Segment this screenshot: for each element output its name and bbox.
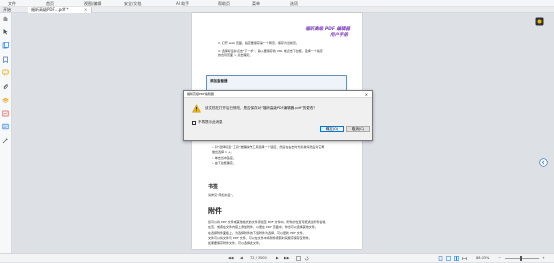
doc-paragraph-line: 您可以将 PDF 文件或其他格式的文件添加至 PDF 文件中。附件的位置可能通过… — [208, 220, 326, 224]
left-tool-rail — [0, 13, 12, 253]
ok-button[interactable]: 确定(O) — [320, 126, 344, 132]
doc-paragraph-line: 文件可以将文件与 PDF 文件，可以在文件中将附件按照时间顺序保存至附件。 — [208, 236, 312, 240]
doc-header-subtitle: 用户手册 — [330, 33, 348, 38]
form-icon[interactable] — [2, 123, 9, 130]
attachment-icon[interactable] — [2, 83, 9, 90]
save-changes-dialog: 福昕高级PDF编辑器 × 该文档在打开后已修改，是否保存对“福昕高级PDF编辑器… — [183, 90, 373, 141]
zoom-slider[interactable] — [505, 258, 539, 259]
single-page-icon[interactable] — [438, 256, 443, 261]
fit-width-icon[interactable] — [462, 256, 467, 261]
dialog-message: 该文档在打开后已修改，是否保存对“福昕高级PDF编辑器.pdf”的更改？ — [205, 106, 317, 110]
pages-icon[interactable] — [2, 42, 9, 49]
doc-bullet: • 单击当中链接。 — [212, 156, 236, 160]
status-bar: ◀◀ ◀ 72 / 3000 ▶ ▶▶ 88.03% − + — [0, 253, 554, 262]
dialog-close-icon[interactable]: × — [365, 92, 368, 97]
hand-tool-icon[interactable] — [2, 15, 9, 22]
two-page-icon[interactable] — [454, 256, 459, 261]
menu-bar: 文件 首页 视图/编辑 安全/文档 AI 助手 帮助页 菜单 选项 — [0, 0, 554, 7]
select-icon[interactable] — [2, 28, 9, 35]
comment-icon[interactable] — [2, 69, 9, 76]
doc-chapter-heading: 附件 — [208, 207, 222, 215]
menu-security[interactable]: 安全/文档 — [124, 0, 141, 7]
dont-show-checkbox-label: 不再提示此消息 — [198, 120, 223, 124]
doc-list-item: 2. 打开 web 页面，指定要保存第一个网页，保存为当前页。 — [218, 41, 299, 45]
menu-home[interactable]: 首页 — [46, 0, 54, 7]
doc-bullet: • 由下拉框确定。 — [212, 161, 236, 165]
dialog-title-bar: 福昕高级PDF编辑器 × — [184, 91, 372, 98]
layers-icon[interactable] — [2, 97, 9, 104]
rotate-icon[interactable] — [304, 256, 309, 261]
signature-icon[interactable] — [2, 110, 9, 117]
doc-list-item: 的合同页面 > 点击确定。 — [218, 53, 253, 57]
tools-icon[interactable] — [2, 137, 9, 144]
dont-show-checkbox[interactable] — [192, 121, 196, 125]
menu-file[interactable]: 文件 — [8, 0, 16, 7]
menu-share[interactable]: 菜单 — [252, 0, 260, 7]
doc-paragraph-line: 在选择附件面板上，为选择附件的下载附件为选择，可以更新 PDF 文件， — [208, 231, 306, 235]
menu-options[interactable]: 选项 — [290, 0, 298, 7]
tab-document[interactable]: 福昕高级PDF…pdf * — [28, 7, 92, 13]
menu-help[interactable]: 帮助页 — [218, 0, 230, 7]
zoom-slider-thumb[interactable] — [520, 256, 522, 261]
fit-page-icon[interactable] — [296, 256, 301, 261]
doc-bullet: 做出选择 1 +。 — [212, 150, 234, 154]
continuous-page-icon[interactable] — [446, 256, 451, 261]
side-panel-toggle-icon[interactable] — [539, 158, 548, 167]
cancel-button[interactable]: 取消(C) — [346, 126, 370, 132]
assistant-icon[interactable] — [535, 17, 544, 26]
bookmark-icon[interactable] — [2, 56, 9, 63]
doc-bullet: • 对“选择标签”工具“准确操作工具选择一个链接，然后在右击时光标悬停然后对它再 — [212, 145, 325, 149]
doc-section-heading: 书签 — [208, 184, 219, 190]
doc-paragraph-line: 在页，或者在文件内容上添加附件，以便在 PDF 页面中，你也可以选择其他文件。 — [208, 225, 318, 229]
menu-view[interactable]: 视图/编辑 — [84, 0, 101, 7]
dialog-title: 福昕高级PDF编辑器 — [187, 92, 214, 96]
doc-section-ref: 请参见“添加书签”。 — [208, 193, 236, 197]
doc-paragraph-line: 如果要保存附件文件，可以选择此文件。 — [208, 241, 263, 245]
menu-ai[interactable]: AI 助手 — [176, 0, 189, 7]
tab-close-icon[interactable]: × — [84, 7, 87, 13]
warning-icon — [192, 104, 201, 113]
doc-note-title: 添加查看器 — [210, 79, 228, 83]
